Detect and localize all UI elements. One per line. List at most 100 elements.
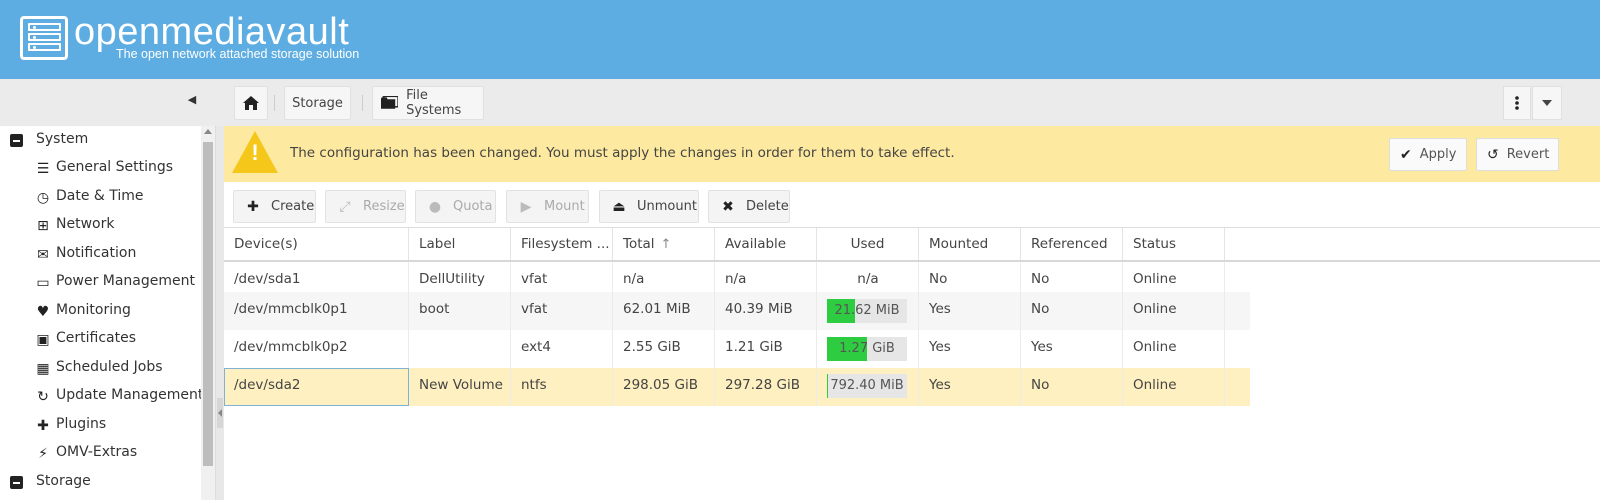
cell-available: 1.21 GiB — [715, 330, 817, 368]
cell-filesystem: vfat — [511, 292, 613, 330]
cell-referenced: No — [1021, 292, 1123, 330]
battery-icon: ▭ — [36, 275, 50, 291]
network-icon: ⊞ — [37, 218, 49, 234]
collapse-icon — [10, 134, 23, 147]
sidebar-item-update-management[interactable]: ↻ Update Management — [0, 382, 203, 411]
mount-label: Mount — [544, 199, 585, 214]
create-button[interactable]: ✚ Create — [233, 190, 316, 223]
grid-toolbar: ✚ Create ⤢ Resize ● Quota ▶ Mount ⏏ Unmo… — [224, 182, 1600, 228]
cell-total: 298.05 GiB — [613, 368, 715, 406]
usage-bar: 792.40 MiB — [827, 374, 907, 398]
mount-button[interactable]: ▶ Mount — [506, 190, 589, 223]
expand-icon: ⤢ — [339, 198, 351, 215]
cell-total: n/a — [613, 262, 715, 292]
cell-device: /dev/sda2 — [224, 368, 409, 406]
sidebar-item-certificates[interactable]: ▣ Certificates — [0, 325, 200, 354]
delete-button[interactable]: ✖ Delete — [708, 190, 790, 223]
sidebar-item-omv-extras[interactable]: ⚡ OMV-Extras — [0, 439, 200, 468]
column-header-devices[interactable]: Device(s) — [224, 228, 409, 260]
delete-label: Delete — [746, 199, 789, 214]
cell-filesystem: vfat — [511, 262, 613, 292]
sidebar-item-label: Plugins — [56, 416, 107, 432]
close-icon: ✖ — [722, 198, 734, 215]
revert-button[interactable]: ↺ Revert — [1476, 138, 1559, 171]
scroll-thumb[interactable] — [203, 142, 213, 466]
panel-splitter[interactable] — [216, 126, 224, 500]
breadcrumb-storage[interactable]: Storage — [284, 86, 351, 120]
collapse-icon — [10, 476, 23, 489]
sidebar-item-network[interactable]: ⊞ Network — [0, 211, 200, 240]
more-menu-button[interactable] — [1503, 86, 1531, 120]
warning-icon-mark: ! — [251, 140, 259, 165]
quota-button[interactable]: ● Quota — [415, 190, 496, 223]
column-header-total[interactable]: Total ↑ — [613, 228, 715, 260]
column-header-label[interactable]: Label — [409, 228, 511, 260]
calendar-icon: ▦ — [36, 361, 50, 377]
cell-status: Online — [1123, 292, 1225, 330]
table-row-selected[interactable]: /dev/sda2 New Volume ntfs 298.05 GiB 297… — [224, 368, 1250, 406]
column-header-mounted[interactable]: Mounted — [919, 228, 1021, 260]
unmount-button[interactable]: ⏏ Unmount — [599, 190, 699, 223]
cell-label — [409, 330, 511, 368]
cell-available: n/a — [715, 262, 817, 292]
cell-label: DellUtility — [409, 262, 511, 292]
table-row[interactable]: /dev/mmcblk0p2 ext4 2.55 GiB 1.21 GiB 1.… — [224, 330, 1250, 368]
sidebar-item-scheduled-jobs[interactable]: ▦ Scheduled Jobs — [0, 354, 200, 383]
resize-button[interactable]: ⤢ Resize — [325, 190, 406, 223]
cell-mounted: Yes — [919, 368, 1021, 406]
apply-button[interactable]: ✔ Apply — [1389, 138, 1467, 171]
sort-ascending-icon: ↑ — [660, 237, 672, 252]
cell-filesystem: ext4 — [511, 330, 613, 368]
breadcrumb-label: File Systems — [406, 88, 462, 118]
cell-referenced: No — [1021, 368, 1123, 406]
sidebar-nav: System ☰ General Settings ◷ Date & Time … — [0, 126, 216, 500]
grid-header: Device(s) Label Filesystem ... Total ↑ Av… — [224, 228, 1600, 262]
folder-icon — [381, 96, 399, 109]
column-header-filesystem[interactable]: Filesystem ... — [511, 228, 613, 260]
sidebar-item-plugins[interactable]: ✚ Plugins — [0, 411, 200, 440]
dropdown-button[interactable] — [1532, 86, 1562, 120]
create-label: Create — [271, 199, 315, 214]
sidebar-item-label: Monitoring — [56, 302, 131, 318]
puzzle-icon: ✚ — [37, 418, 49, 434]
usage-bar: 21.62 MiB — [827, 299, 907, 323]
cell-mounted: No — [919, 262, 1021, 292]
scroll-up-icon[interactable] — [204, 129, 212, 134]
apply-label: Apply — [1419, 147, 1457, 162]
table-row[interactable]: /dev/sda1 DellUtility vfat n/a n/a n/a N… — [224, 262, 1250, 292]
envelope-icon: ✉ — [37, 247, 49, 263]
column-header-status[interactable]: Status — [1123, 228, 1225, 260]
sidebar-item-date-time[interactable]: ◷ Date & Time — [0, 183, 200, 212]
nav-group-storage[interactable]: Storage — [0, 468, 200, 497]
usage-bar-text: 792.40 MiB — [830, 378, 904, 393]
table-row[interactable]: /dev/mmcblk0p1 boot vfat 62.01 MiB 40.39… — [224, 292, 1250, 330]
sidebar-item-power-management[interactable]: ▭ Power Management — [0, 268, 200, 297]
sidebar-item-notification[interactable]: ✉ Notification — [0, 240, 200, 269]
collapse-sidebar-icon[interactable]: ◀ — [185, 93, 199, 107]
column-header-used[interactable]: Used — [817, 228, 919, 260]
breadcrumb-file-systems[interactable]: File Systems — [372, 86, 484, 120]
column-header-available[interactable]: Available — [715, 228, 817, 260]
sidebar-item-label: Notification — [56, 245, 137, 261]
sidebar-scrollbar[interactable] — [201, 126, 215, 500]
home-button[interactable] — [234, 86, 268, 120]
sidebar-item-monitoring[interactable]: ♥ Monitoring — [0, 297, 200, 326]
collapse-panel-handle[interactable] — [217, 398, 223, 428]
nav-group-system[interactable]: System — [0, 126, 200, 155]
sidebar-item-label: Network — [56, 216, 115, 232]
plus-icon: ✚ — [247, 198, 259, 215]
sidebar-item-label: Date & Time — [56, 188, 144, 204]
cell-device: /dev/sda1 — [224, 262, 409, 292]
grid-empty-area — [1250, 262, 1600, 500]
cell-status: Online — [1123, 330, 1225, 368]
cell-referenced: No — [1021, 262, 1123, 292]
clock-icon: ◷ — [36, 190, 50, 206]
column-header-referenced[interactable]: Referenced — [1021, 228, 1123, 260]
quota-label: Quota — [453, 199, 493, 214]
refresh-icon: ↻ — [37, 389, 49, 405]
cell-filesystem: ntfs — [511, 368, 613, 406]
cell-used: 1.27 GiB — [817, 330, 919, 368]
breadcrumb-separator — [362, 95, 363, 111]
caret-down-icon — [1542, 100, 1552, 106]
sidebar-item-general-settings[interactable]: ☰ General Settings — [0, 154, 200, 183]
